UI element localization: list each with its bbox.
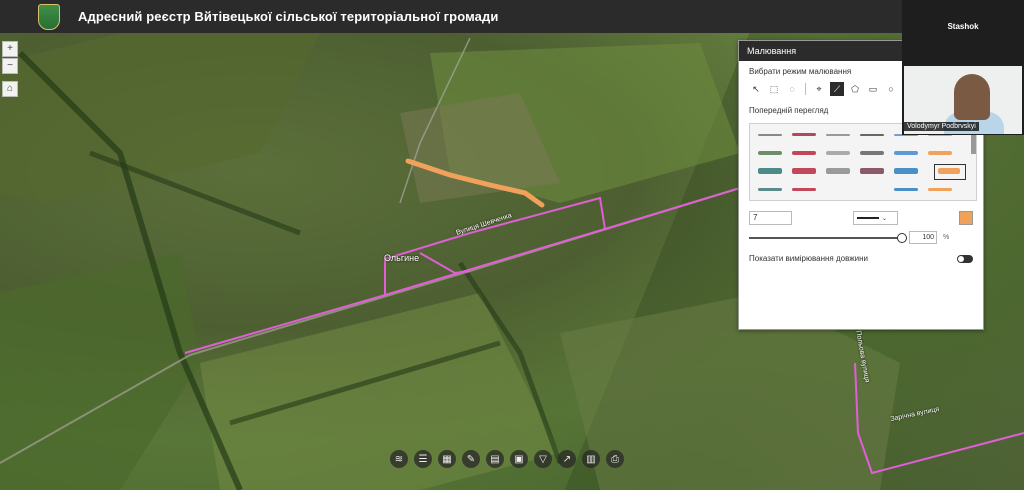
opacity-slider[interactable] — [749, 232, 907, 243]
zoom-out-button[interactable]: − — [2, 58, 18, 74]
measure-button[interactable]: ⎙ — [606, 450, 624, 468]
select-tool-button[interactable]: ↖ — [749, 82, 763, 96]
list-icon: ☰ — [418, 453, 428, 465]
rectangle-icon: ▭ — [868, 83, 878, 94]
line-color-button[interactable] — [959, 211, 973, 225]
lasso-select-button[interactable]: ◌ — [785, 82, 799, 96]
symbol-swatch[interactable] — [894, 168, 918, 174]
polygon-tool-button[interactable]: ⬠ — [848, 82, 862, 96]
participant-head — [954, 74, 990, 120]
grid-icon: ▦ — [442, 453, 452, 465]
selected-symbol-frame — [934, 164, 966, 180]
symbol-swatch[interactable] — [758, 151, 782, 155]
video-call-window: Stashok Volodymyr Podbrvskyi — [902, 0, 1024, 135]
show-lengths-label: Показати вимірювання довжини — [749, 254, 868, 263]
symbol-swatch[interactable] — [928, 188, 952, 191]
participant-name: Volodymyr Podbrvskyi — [904, 122, 979, 131]
symbol-swatch[interactable] — [894, 188, 918, 191]
symbol-swatch[interactable] — [758, 134, 782, 136]
share-icon: ↗ — [562, 453, 572, 465]
home-button[interactable]: ⌂ — [2, 81, 18, 97]
symbol-swatch[interactable] — [758, 168, 782, 174]
bottom-toolbar: ≋ ☰ ▦ ✎ ▤ ▣ ▽ ↗ ▥ ⎙ — [390, 450, 624, 468]
list-button[interactable]: ☰ — [414, 450, 432, 468]
polygon-icon: ⬠ — [851, 83, 859, 94]
rect-select-icon: ⬚ — [769, 83, 779, 94]
pin-icon: ⌖ — [816, 83, 822, 94]
draw-button[interactable]: ✎ — [462, 450, 480, 468]
point-tool-button[interactable]: ⌖ — [812, 82, 826, 96]
app-header: Адресний реєстр Вйтівецької сільської те… — [0, 0, 1024, 33]
cursor-icon: ↖ — [752, 83, 760, 94]
preview-label: Попередній перегляд — [749, 106, 829, 115]
symbol-swatch[interactable] — [860, 151, 884, 155]
print-button[interactable]: ▣ — [510, 450, 528, 468]
rect-select-button[interactable]: ⬚ — [767, 82, 781, 96]
symbol-swatch[interactable] — [792, 151, 816, 155]
layers-button[interactable]: ≋ — [390, 450, 408, 468]
symbol-swatch[interactable] — [758, 188, 782, 191]
polyline-tool-button[interactable]: ⟋ — [830, 82, 844, 96]
table-button[interactable]: ▥ — [582, 450, 600, 468]
coat-of-arms-logo — [38, 3, 60, 30]
symbol-swatch[interactable] — [826, 134, 850, 136]
symbol-swatch[interactable] — [928, 151, 952, 155]
symbol-swatch[interactable] — [826, 151, 850, 155]
polyline-icon: ⟋ — [833, 83, 841, 94]
line-style-select[interactable]: ⌄ — [853, 211, 898, 225]
layers-icon: ≋ — [394, 453, 404, 465]
zoom-in-button[interactable]: + — [2, 41, 18, 57]
symbol-swatch[interactable] — [860, 134, 884, 136]
lasso-icon: ◌ — [789, 84, 795, 94]
line-width-input[interactable]: 7 — [749, 211, 792, 225]
slider-handle[interactable] — [897, 232, 907, 243]
chevron-down-icon: ⌄ — [882, 215, 888, 222]
village-label: Ольгине — [384, 253, 420, 263]
symbol-swatch[interactable] — [792, 188, 816, 191]
symbol-swatch[interactable] — [894, 151, 918, 155]
symbol-swatch[interactable] — [792, 133, 816, 136]
show-lengths-toggle[interactable] — [957, 254, 973, 263]
opacity-unit: % — [943, 234, 950, 241]
app-title: Адресний реєстр Вйтівецької сільської те… — [78, 9, 499, 24]
grid-button[interactable]: ▦ — [438, 450, 456, 468]
draw-icon: ✎ — [466, 453, 476, 465]
opacity-input[interactable]: 100 — [909, 231, 937, 244]
bookmark-button[interactable]: ▤ — [486, 450, 504, 468]
toolbar-divider — [805, 83, 806, 95]
symbol-swatch[interactable] — [792, 168, 816, 174]
circle-icon: ○ — [888, 84, 894, 94]
symbol-swatch[interactable] — [860, 168, 884, 174]
rectangle-tool-button[interactable]: ▭ — [866, 82, 880, 96]
measure-icon: ⎙ — [611, 453, 619, 465]
home-icon: ⌂ — [6, 83, 14, 94]
table-icon: ▥ — [586, 453, 596, 465]
bookmark-icon: ▤ — [490, 453, 500, 465]
host-name: Stashok — [947, 22, 979, 31]
solid-line-icon — [857, 217, 879, 219]
share-button[interactable]: ↗ — [558, 450, 576, 468]
circle-tool-button[interactable]: ○ — [884, 82, 898, 96]
symbol-swatch[interactable] — [826, 168, 850, 174]
filter-icon: ▽ — [539, 453, 547, 465]
print-icon: ▣ — [514, 453, 524, 465]
filter-button[interactable]: ▽ — [534, 450, 552, 468]
